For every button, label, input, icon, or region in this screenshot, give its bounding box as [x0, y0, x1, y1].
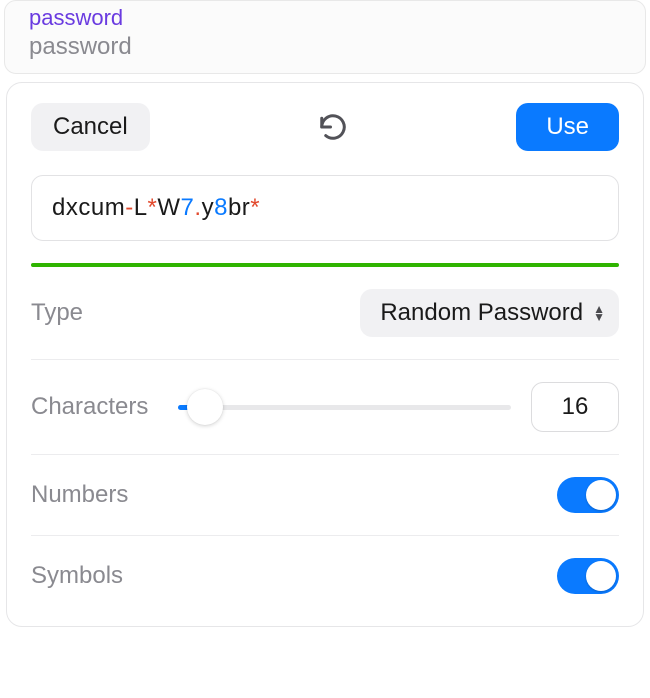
- regenerate-icon[interactable]: [318, 112, 348, 142]
- slider-track: [178, 405, 511, 410]
- chevron-updown-icon: ▲▼: [593, 305, 605, 321]
- characters-label: Characters: [31, 393, 148, 421]
- type-row: Type Random Password ▲▼: [31, 267, 619, 360]
- numbers-label: Numbers: [31, 481, 128, 509]
- symbols-row: Symbols: [31, 536, 619, 616]
- suggestion-field-sub: password: [29, 33, 621, 61]
- characters-row: Characters: [31, 360, 619, 455]
- characters-slider[interactable]: [178, 390, 511, 424]
- type-select[interactable]: Random Password ▲▼: [360, 289, 619, 337]
- characters-input[interactable]: [531, 382, 619, 432]
- generated-password-display[interactable]: dxcum-L*W7.y8br*: [31, 175, 619, 241]
- symbols-label: Symbols: [31, 562, 123, 590]
- slider-thumb[interactable]: [187, 389, 223, 425]
- toggle-knob: [586, 561, 616, 591]
- type-label: Type: [31, 299, 83, 327]
- toggle-knob: [586, 480, 616, 510]
- use-button[interactable]: Use: [516, 103, 619, 151]
- cancel-button[interactable]: Cancel: [31, 103, 150, 151]
- toolbar: Cancel Use: [31, 103, 619, 151]
- suggestion-field-name: password: [29, 5, 621, 31]
- password-generator-panel: Cancel Use dxcum-L*W7.y8br* Type Random …: [6, 82, 644, 627]
- symbols-toggle[interactable]: [557, 558, 619, 594]
- numbers-toggle[interactable]: [557, 477, 619, 513]
- autofill-suggestion[interactable]: password password: [4, 0, 646, 74]
- numbers-row: Numbers: [31, 455, 619, 536]
- type-value: Random Password: [380, 299, 583, 327]
